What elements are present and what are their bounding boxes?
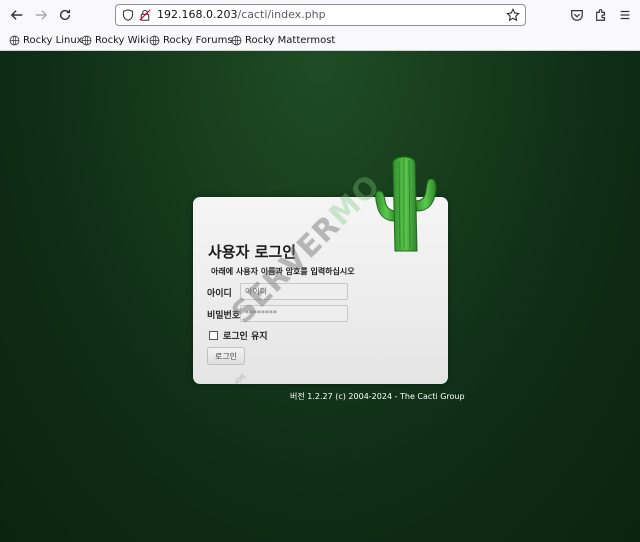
- bookmark-rocky-forums[interactable]: Rocky Forums: [149, 33, 233, 48]
- extensions-button[interactable]: [590, 4, 612, 26]
- shield-icon[interactable]: [122, 9, 134, 21]
- arrow-right-icon: [35, 10, 48, 20]
- bookmarks-bar: Rocky Linux Rocky Wiki Rocky Forums Rock…: [0, 31, 640, 51]
- globe-icon: [9, 35, 20, 46]
- password-label: 비밀번호: [207, 311, 241, 321]
- bookmark-rocky-linux[interactable]: Rocky Linux: [9, 33, 83, 48]
- username-input[interactable]: [240, 283, 348, 300]
- arrow-left-icon: [10, 10, 23, 20]
- url-text[interactable]: 192.168.0.203/cacti/index.php: [157, 8, 326, 21]
- menu-button[interactable]: [614, 4, 636, 26]
- version-text: 버전 1.2.27 (c) 2004-2024 - The Cacti Grou…: [290, 392, 465, 401]
- globe-icon: [149, 35, 160, 46]
- remember-me[interactable]: 로그인 유지: [209, 329, 268, 342]
- globe-icon: [81, 35, 92, 46]
- username-label: 아이디: [207, 289, 232, 299]
- forward-button[interactable]: [30, 4, 52, 26]
- url-bar[interactable]: 192.168.0.203/cacti/index.php: [115, 4, 526, 26]
- globe-icon: [231, 35, 242, 46]
- bookmark-rocky-mattermost[interactable]: Rocky Mattermost: [231, 33, 335, 48]
- remember-label: 로그인 유지: [223, 332, 268, 342]
- pocket-icon: [571, 10, 583, 21]
- reload-button[interactable]: [54, 4, 76, 26]
- cacti-login-page: 사용자 로그인 아래에 사용자 이름과 암호를 입력하십시오 아이디 비밀번호 …: [0, 51, 640, 542]
- insecure-lock-icon[interactable]: [139, 9, 151, 21]
- browser-toolbar: 192.168.0.203/cacti/index.php: [0, 0, 640, 31]
- password-input[interactable]: [240, 305, 348, 322]
- login-description: 아래에 사용자 이름과 암호를 입력하십시오: [211, 267, 355, 276]
- pocket-button[interactable]: [566, 4, 588, 26]
- browser-window: 192.168.0.203/cacti/index.php Rocky Linu…: [0, 0, 640, 542]
- hamburger-menu-icon: [620, 10, 630, 20]
- reload-icon: [59, 9, 71, 21]
- bookmark-star-icon[interactable]: [506, 8, 520, 22]
- back-button[interactable]: [6, 4, 28, 26]
- login-title: 사용자 로그인: [208, 243, 297, 261]
- remember-checkbox[interactable]: [209, 331, 218, 340]
- login-button[interactable]: 로그인: [207, 347, 245, 365]
- bookmark-rocky-wiki[interactable]: Rocky Wiki: [81, 33, 149, 48]
- puzzle-icon: [596, 9, 606, 21]
- cacti-logo-icon: [375, 156, 437, 252]
